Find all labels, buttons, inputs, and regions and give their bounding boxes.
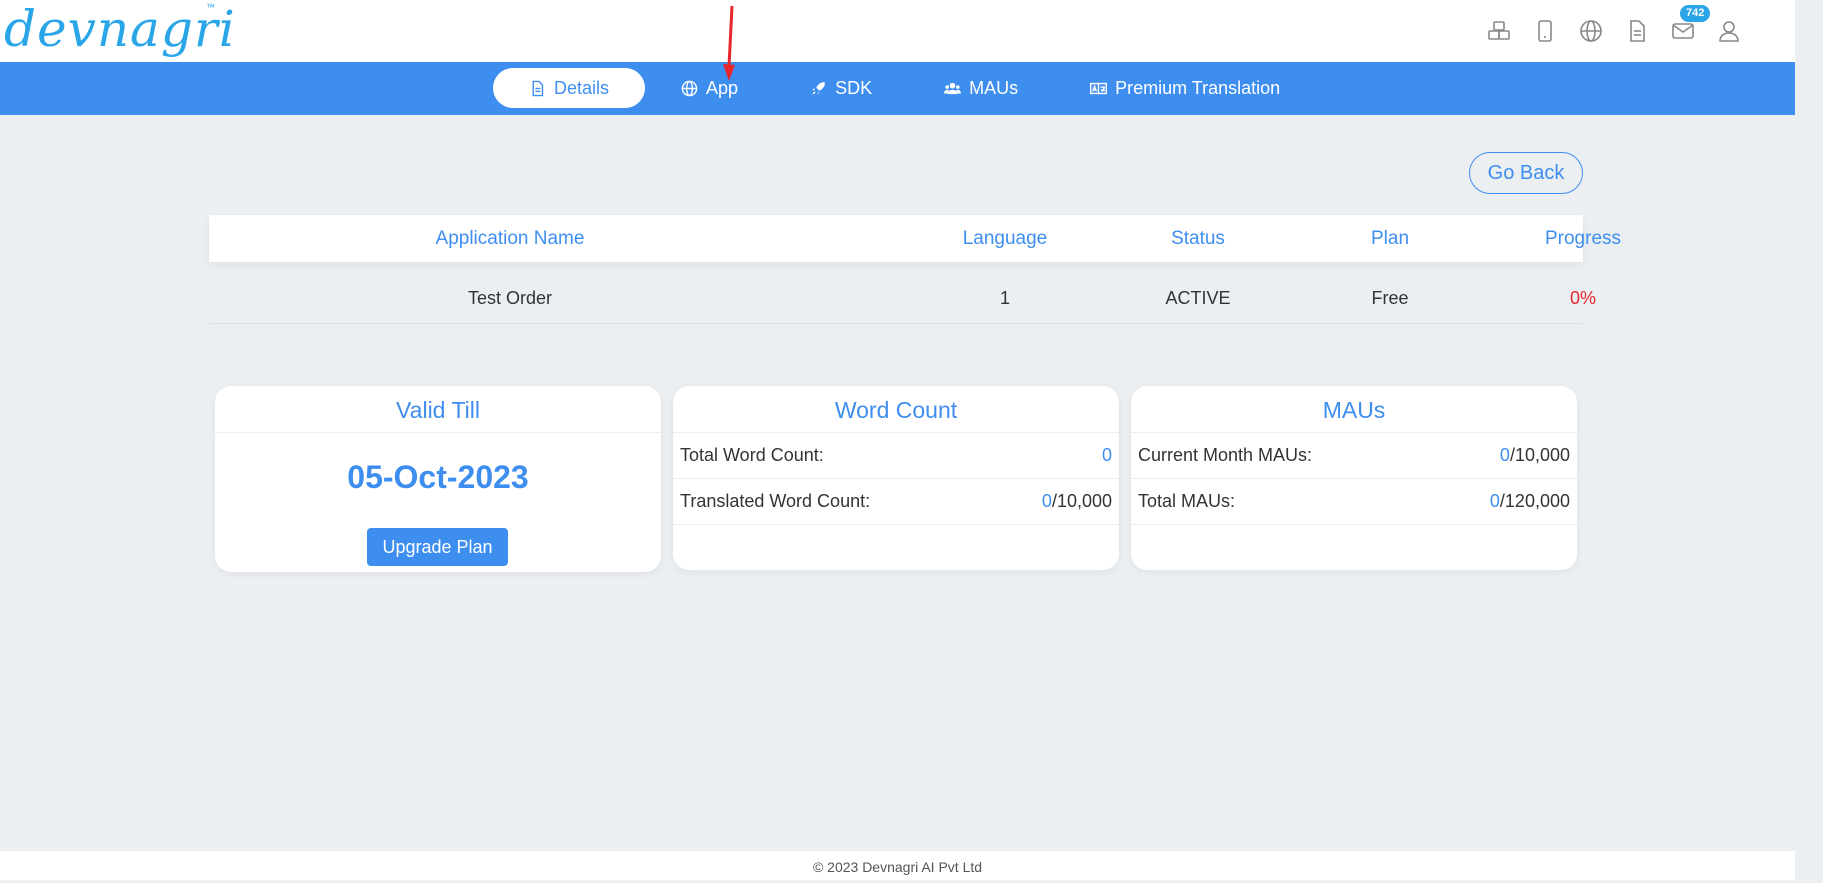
total-word-count-row: Total Word Count: 0: [673, 433, 1119, 479]
mail-icon[interactable]: 742: [1670, 5, 1711, 44]
current-month-maus-label: Current Month MAUs:: [1138, 445, 1313, 465]
current-month-maus-total: /10,000: [1509, 445, 1570, 465]
tab-sdk-label: SDK: [835, 77, 873, 98]
go-back-button[interactable]: Go Back: [1469, 152, 1583, 194]
current-month-maus-value-wrap: 0/10,000: [1500, 445, 1570, 466]
translated-word-count-total: /10,000: [1051, 491, 1112, 511]
notification-badge: 742: [1680, 5, 1711, 22]
current-month-maus-row: Current Month MAUs: 0/10,000: [1131, 433, 1577, 479]
tab-sdk[interactable]: SDK: [774, 68, 908, 108]
translated-word-count-value: 0: [1041, 491, 1052, 511]
logo-text: devnagri: [4, 0, 236, 58]
total-word-count-label: Total Word Count:: [680, 445, 824, 465]
total-maus-value: 0: [1489, 491, 1500, 511]
column-header-status: Status: [1171, 228, 1225, 249]
table-header: Application Name Language Status Plan Pr…: [209, 215, 1621, 262]
maus-title: MAUs: [1131, 386, 1577, 433]
boxes-icon[interactable]: [1486, 18, 1512, 44]
logo-trademark: ™: [206, 2, 215, 12]
current-month-maus-value: 0: [1499, 445, 1510, 465]
rocket-icon: [812, 81, 825, 95]
word-count-card: Word Count Total Word Count: 0 Translate…: [673, 386, 1119, 570]
tab-premium-translation[interactable]: Premium Translation: [1054, 68, 1316, 108]
column-header-plan: Plan: [1370, 228, 1410, 249]
mobile-icon[interactable]: [1532, 18, 1558, 44]
red-arrow-annotation: [723, 5, 735, 81]
nav-tabs: Details App SDK MAUs Premium Translation: [493, 68, 1316, 108]
column-header-application-name: Application Name: [435, 228, 585, 249]
word-count-title: Word Count: [673, 386, 1119, 433]
cell-language: 1: [999, 288, 1010, 308]
total-maus-label: Total MAUs:: [1138, 491, 1236, 511]
header-icons: 742: [1486, 5, 1742, 44]
translated-word-count-row: Translated Word Count: 0/10,000: [673, 479, 1119, 525]
tab-details-label: Details: [554, 77, 610, 98]
file-icon: [532, 80, 544, 96]
cell-progress: 0%: [1569, 288, 1596, 308]
footer: © 2023 Devnagri AI Pvt Ltd: [0, 851, 1795, 880]
cell-application-name: Test Order: [467, 288, 553, 308]
column-header-language: Language: [962, 228, 1048, 249]
cell-status: ACTIVE: [1165, 288, 1231, 308]
total-word-count-value: 0: [1101, 445, 1112, 465]
valid-till-card: Valid Till 05-Oct-2023 Upgrade Plan: [215, 386, 661, 572]
tab-maus-label: MAUs: [969, 77, 1019, 98]
main-nav: Details App SDK MAUs Premium Translation: [0, 62, 1795, 115]
column-header-progress: Progress: [1544, 228, 1622, 249]
maus-card: MAUs Current Month MAUs: 0/10,000 Total …: [1131, 386, 1577, 570]
footer-copyright: © 2023 Devnagri AI Pvt Ltd: [812, 859, 983, 875]
user-icon[interactable]: [1716, 18, 1742, 44]
users-icon: [944, 82, 962, 94]
tab-premium-translation-label: Premium Translation: [1115, 77, 1281, 98]
total-maus-total: /120,000: [1499, 491, 1570, 511]
upgrade-plan-button[interactable]: Upgrade Plan: [367, 528, 508, 566]
tab-app[interactable]: App: [645, 68, 774, 108]
valid-till-date: 05-Oct-2023: [347, 459, 529, 495]
devnagri-logo[interactable]: devnagri ™: [4, 0, 236, 58]
globe-icon: [681, 80, 698, 96]
translated-word-count-value-wrap: 0/10,000: [1042, 491, 1112, 512]
table-row: Test Order 1 ACTIVE Free 0%: [209, 278, 1596, 324]
translate-icon: [1090, 82, 1108, 94]
globe-icon[interactable]: [1578, 18, 1604, 44]
cell-plan: Free: [1371, 288, 1409, 308]
total-maus-row: Total MAUs: 0/120,000: [1131, 479, 1577, 525]
total-word-count-value-wrap: 0: [1102, 445, 1112, 466]
total-maus-value-wrap: 0/120,000: [1490, 491, 1570, 512]
translated-word-count-label: Translated Word Count:: [680, 491, 871, 511]
tab-details[interactable]: Details: [493, 68, 646, 108]
document-icon[interactable]: [1624, 18, 1650, 44]
tab-maus[interactable]: MAUs: [908, 68, 1054, 108]
valid-till-title: Valid Till: [215, 386, 661, 433]
top-header: devnagri ™ 742: [0, 0, 1795, 62]
